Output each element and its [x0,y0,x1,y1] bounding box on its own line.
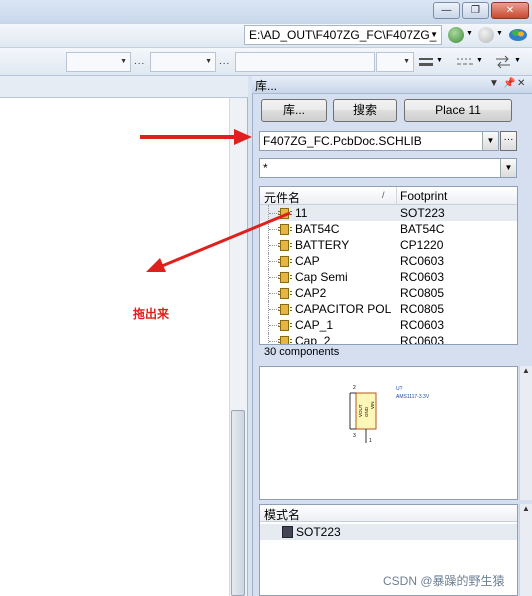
drag-annotation: 拖出来 [133,307,170,321]
annotation-overlay [140,129,291,272]
red-arrow-drag-icon [146,211,291,272]
watermark: CSDN @暴躁的野生猿 [383,574,505,588]
red-arrow-right-icon [140,129,252,145]
